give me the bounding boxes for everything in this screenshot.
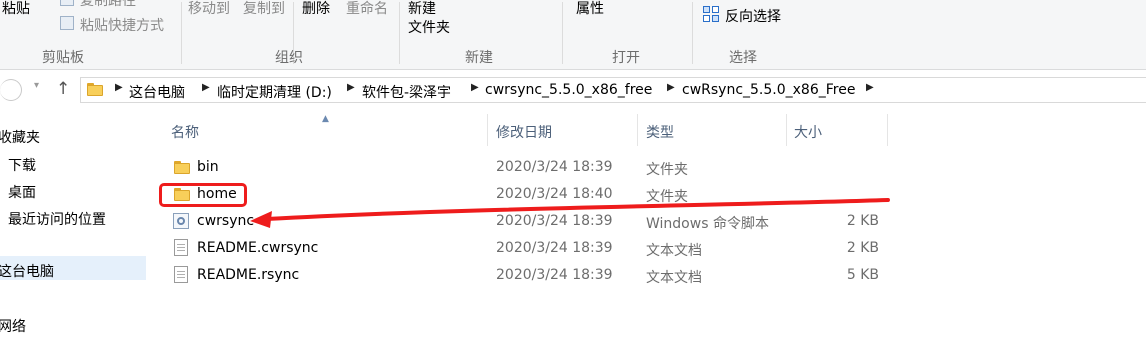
nav-desktop[interactable]: 桌面 <box>8 182 36 202</box>
ribbon-divider <box>562 2 563 64</box>
column-divider <box>487 114 488 146</box>
annotation-highlight-box <box>159 183 247 207</box>
breadcrumb-drive-d[interactable]: 临时定期清理 (D:) <box>217 82 332 102</box>
column-divider <box>637 114 638 146</box>
open-group-label: 打开 <box>612 50 640 66</box>
file-modified: 2020/3/24 18:40 <box>496 186 613 202</box>
recent-dropdown-icon[interactable]: ▾ <box>34 80 39 91</box>
organize-group-label: 组织 <box>275 50 303 66</box>
file-type: Windows 命令脚本 <box>646 216 769 232</box>
column-divider <box>786 114 787 146</box>
address-bar[interactable]: ▶ 这台电脑 ▶ 临时定期清理 (D:) ▶ 软件包-梁泽宇 ▶ cwrsync… <box>80 77 1146 103</box>
properties-button[interactable]: 属性 <box>576 0 604 18</box>
folder-icon <box>174 161 190 174</box>
nav-network[interactable]: 网络 <box>0 316 26 336</box>
ribbon-divider <box>399 2 400 64</box>
nav-recent[interactable]: 最近访问的位置 <box>8 209 106 229</box>
file-size: 5 KB <box>846 267 879 283</box>
batch-file-icon <box>173 213 189 229</box>
breadcrumb-cwrsync-free[interactable]: cwrsync_5.5.0_x86_free <box>485 82 652 98</box>
new-folder-button[interactable]: 新建 <box>408 0 436 18</box>
invert-selection-icon <box>703 6 721 24</box>
chevron-right-icon[interactable]: ▶ <box>471 82 479 93</box>
ribbon-divider <box>692 2 693 64</box>
nav-quick-access[interactable]: 收藏夹 <box>0 127 40 147</box>
file-name: README.cwrsync <box>197 240 319 256</box>
new-group-label: 新建 <box>465 50 493 66</box>
up-arrow-icon[interactable]: ↑ <box>56 79 70 99</box>
nav-downloads[interactable]: 下载 <box>8 155 36 175</box>
text-file-icon <box>174 239 188 256</box>
chevron-right-icon[interactable]: ▶ <box>115 82 123 93</box>
chevron-right-icon[interactable]: ▶ <box>202 82 210 93</box>
new-folder-button-line2[interactable]: 文件夹 <box>408 17 450 37</box>
file-size: 2 KB <box>846 213 879 229</box>
chevron-right-icon[interactable]: ▶ <box>347 82 355 93</box>
copy-path-button[interactable]: 复制路径 <box>80 0 136 10</box>
chevron-right-icon[interactable]: ▶ <box>667 82 675 93</box>
column-header-modified[interactable]: 修改日期 <box>496 122 552 142</box>
breadcrumb-software[interactable]: 软件包-梁泽宇 <box>362 82 451 102</box>
breadcrumb-cwrsync-folder[interactable]: cwRsync_5.5.0_x86_Free <box>682 82 855 98</box>
file-modified: 2020/3/24 18:39 <box>496 159 613 175</box>
file-row-readme-rsync[interactable]: README.rsync 2020/3/24 18:39 文本文档 5 KB <box>150 263 890 290</box>
back-button[interactable] <box>0 79 22 101</box>
move-to-button[interactable]: 移动到 <box>188 0 230 18</box>
file-name: cwrsync <box>197 213 255 229</box>
navigation-pane: 收藏夹 下载 桌面 最近访问的位置 这台电脑 网络 <box>0 110 150 358</box>
file-type: 文本文档 <box>646 270 702 286</box>
column-header-size[interactable]: 大小 <box>794 122 822 142</box>
delete-button[interactable]: 删除 <box>302 0 330 18</box>
ribbon: 粘贴 复制路径 粘贴快捷方式 剪贴板 移动到 复制到 删除 重命名 组织 新建 … <box>0 0 1146 70</box>
file-row-bin[interactable]: bin 2020/3/24 18:39 文件夹 <box>150 155 890 182</box>
clipboard-group-label: 剪贴板 <box>42 50 84 66</box>
file-modified: 2020/3/24 18:39 <box>496 267 613 283</box>
file-size: 2 KB <box>846 240 879 256</box>
paste-button[interactable]: 粘贴 <box>2 0 30 18</box>
paste-shortcut-icon <box>60 16 74 30</box>
breadcrumb-this-pc[interactable]: 这台电脑 <box>129 82 185 102</box>
file-row-home[interactable]: home 2020/3/24 18:40 文件夹 <box>150 182 890 209</box>
copy-to-button[interactable]: 复制到 <box>243 0 285 18</box>
folder-icon <box>87 83 103 96</box>
file-name: README.rsync <box>197 267 300 283</box>
address-row: ▾ ↑ ▶ 这台电脑 ▶ 临时定期清理 (D:) ▶ 软件包-梁泽宇 ▶ cwr… <box>0 71 1146 109</box>
paste-shortcut-button[interactable]: 粘贴快捷方式 <box>80 15 164 35</box>
invert-selection-button[interactable]: 反向选择 <box>725 6 781 26</box>
text-file-icon <box>174 266 188 283</box>
file-list: ▲ 名称 修改日期 类型 大小 bin 2020/3/24 18:39 文件夹 … <box>150 110 1146 358</box>
select-group-label: 选择 <box>729 50 757 66</box>
file-type: 文件夹 <box>646 162 688 178</box>
copy-path-icon <box>60 0 74 6</box>
column-header-name[interactable]: 名称 <box>171 122 199 142</box>
file-type: 文件夹 <box>646 189 688 205</box>
file-row-cwrsync[interactable]: cwrsync 2020/3/24 18:39 Windows 命令脚本 2 K… <box>150 209 890 236</box>
file-row-readme-cwrsync[interactable]: README.cwrsync 2020/3/24 18:39 文本文档 2 KB <box>150 236 890 263</box>
sort-ascending-icon: ▲ <box>322 114 329 124</box>
file-type: 文本文档 <box>646 243 702 259</box>
ribbon-divider <box>181 2 182 64</box>
chevron-right-icon[interactable]: ▶ <box>866 82 874 93</box>
file-modified: 2020/3/24 18:39 <box>496 213 613 229</box>
column-header-type[interactable]: 类型 <box>646 122 674 142</box>
column-divider <box>887 114 888 146</box>
file-modified: 2020/3/24 18:39 <box>496 240 613 256</box>
file-name: bin <box>197 159 219 175</box>
rename-button[interactable]: 重命名 <box>346 0 388 18</box>
nav-this-pc[interactable]: 这台电脑 <box>0 261 54 281</box>
